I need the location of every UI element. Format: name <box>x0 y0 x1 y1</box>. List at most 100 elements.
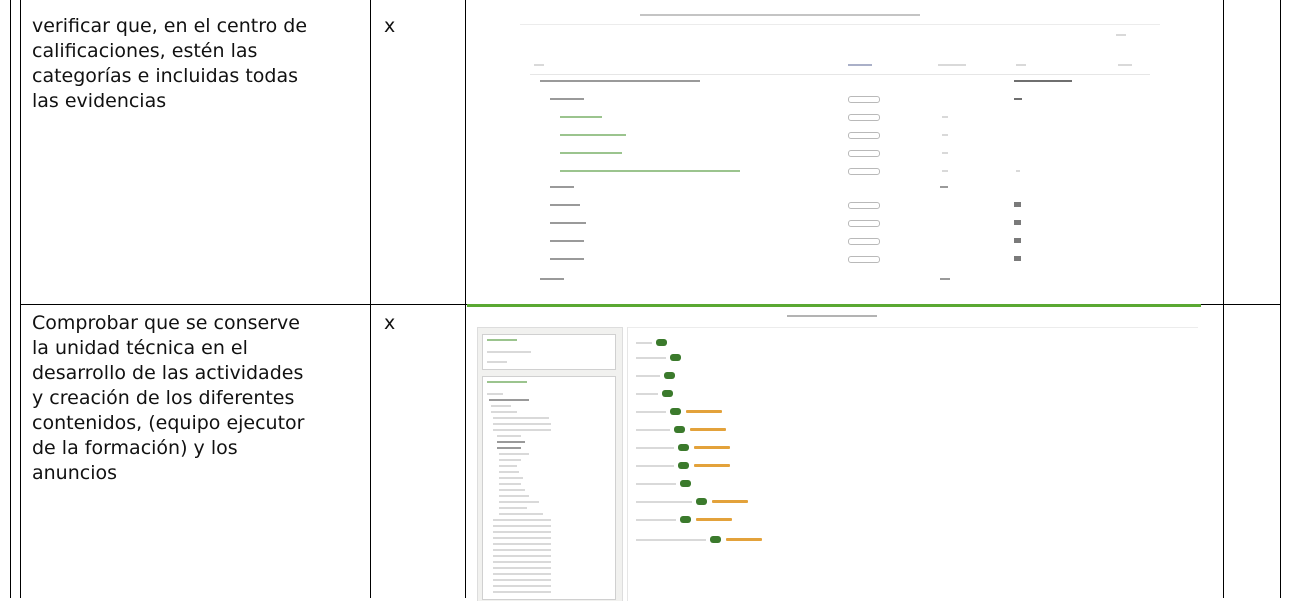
content-area-placeholder <box>627 327 1198 601</box>
sidebar-item-placeholder <box>493 423 551 425</box>
sidebar-item-placeholder <box>497 435 521 437</box>
status-tag-placeholder <box>696 498 707 505</box>
sidebar-item-placeholder <box>493 585 551 587</box>
status-tag-placeholder <box>670 354 681 361</box>
left-border-outer <box>10 0 11 598</box>
sidebar-item-placeholder <box>499 513 543 515</box>
status-tag-placeholder <box>656 339 667 346</box>
status-tag-placeholder <box>670 408 681 415</box>
sidebar-item-placeholder <box>487 381 527 383</box>
sidebar-item-placeholder <box>493 591 551 593</box>
right-border <box>1280 0 1281 598</box>
activity-placeholder <box>636 411 666 413</box>
activity-placeholder <box>636 357 666 359</box>
row-1-line: verificar que, en el centro de <box>32 15 308 37</box>
total-row-placeholder <box>940 278 950 280</box>
grade-select-placeholder <box>848 114 880 121</box>
sidebar-item-placeholder <box>499 501 539 503</box>
status-tag-placeholder <box>678 444 689 451</box>
sidebar-item-placeholder <box>499 453 529 455</box>
grade-row-placeholder <box>942 116 948 118</box>
grade-row-placeholder <box>550 222 586 224</box>
status-tag-placeholder <box>680 480 691 487</box>
sidebar-item-placeholder <box>499 465 517 467</box>
status-tag-placeholder <box>674 426 685 433</box>
status-tag-placeholder <box>710 536 721 543</box>
sidebar-item-placeholder <box>491 411 517 413</box>
grade-select-placeholder <box>848 168 880 175</box>
category-row-placeholder <box>1014 80 1072 82</box>
row-2-line: Comprobar que se conserve <box>32 312 300 334</box>
breadcrumb-placeholder <box>640 14 920 16</box>
row-1-description: verificar que, en el centro de calificac… <box>32 14 362 114</box>
section-divider <box>628 327 1198 328</box>
category-row-placeholder <box>540 80 700 82</box>
sidebar-item-placeholder <box>493 429 551 431</box>
grade-select-placeholder <box>848 238 880 245</box>
sidebar-box-placeholder <box>482 376 616 600</box>
grade-row-placeholder <box>942 170 948 172</box>
sidebar-item-placeholder <box>493 543 551 545</box>
left-border-inner <box>20 0 21 598</box>
grade-row-placeholder <box>1014 98 1022 100</box>
sidebar-item-placeholder <box>487 339 517 341</box>
column-header-placeholder <box>1016 64 1026 66</box>
sidebar-item-placeholder <box>493 579 551 581</box>
restriction-bar-placeholder <box>712 500 748 503</box>
sidebar-item-placeholder <box>499 489 525 491</box>
activity-placeholder <box>636 393 658 395</box>
restriction-bar-placeholder <box>694 464 730 467</box>
grade-select-placeholder <box>848 256 880 263</box>
row-1-line: calificaciones, estén las <box>32 40 258 62</box>
restriction-bar-placeholder <box>694 446 730 449</box>
sidebar-item-placeholder <box>499 483 521 485</box>
column-divider-3 <box>1223 0 1224 598</box>
column-divider-1 <box>370 0 371 598</box>
sidebar-item-placeholder <box>497 447 521 449</box>
header-divider <box>520 24 1160 25</box>
grade-select-placeholder <box>848 220 880 227</box>
grade-select-placeholder <box>848 150 880 157</box>
sidebar-item-placeholder <box>487 351 531 353</box>
status-tag-placeholder <box>680 516 691 523</box>
grade-row-placeholder <box>942 134 948 136</box>
grade-row-placeholder <box>560 134 626 136</box>
grade-row-placeholder <box>560 152 622 154</box>
action-placeholder <box>1116 34 1126 36</box>
grade-select-placeholder <box>848 96 880 103</box>
grade-select-placeholder <box>848 202 880 209</box>
gradebook-screenshot <box>520 8 1160 300</box>
grade-row-placeholder <box>942 152 948 154</box>
grade-row-placeholder <box>550 258 584 260</box>
sidebar-item-placeholder <box>497 441 525 443</box>
sidebar-item-placeholder <box>493 525 551 527</box>
restriction-bar-placeholder <box>696 518 732 521</box>
sidebar-item-placeholder <box>487 361 507 363</box>
row-1-mark: x <box>384 15 396 37</box>
grade-row-placeholder <box>1014 256 1021 261</box>
row-2-line: anuncios <box>32 462 118 484</box>
status-tag-placeholder <box>664 372 675 379</box>
grade-row-placeholder <box>550 240 584 242</box>
sidebar-box-placeholder <box>482 334 616 370</box>
sidebar-item-placeholder <box>493 537 551 539</box>
sidebar-item-placeholder <box>491 405 511 407</box>
sidebar-item-placeholder <box>487 393 503 395</box>
grade-select-placeholder <box>848 132 880 139</box>
sidebar-item-placeholder <box>499 471 519 473</box>
column-header-placeholder <box>1118 64 1132 66</box>
row-1-line: las evidencias <box>32 90 167 112</box>
row-2-line: de la formación) y los <box>32 437 238 459</box>
sidebar-item-placeholder <box>493 417 549 419</box>
restriction-bar-placeholder <box>726 538 762 541</box>
grade-row-placeholder <box>1014 220 1021 225</box>
row-2-line: contenidos, (equipo ejecutor <box>32 412 305 434</box>
activity-placeholder <box>636 429 670 431</box>
grade-row-placeholder <box>1014 202 1021 207</box>
column-header-placeholder <box>848 64 872 66</box>
column-header-placeholder <box>938 64 966 66</box>
row-1-line: categorías e incluidas todas <box>32 65 298 87</box>
sidebar-item-placeholder <box>493 519 551 521</box>
grade-row-placeholder <box>560 170 740 172</box>
sidebar-item-placeholder <box>499 507 527 509</box>
